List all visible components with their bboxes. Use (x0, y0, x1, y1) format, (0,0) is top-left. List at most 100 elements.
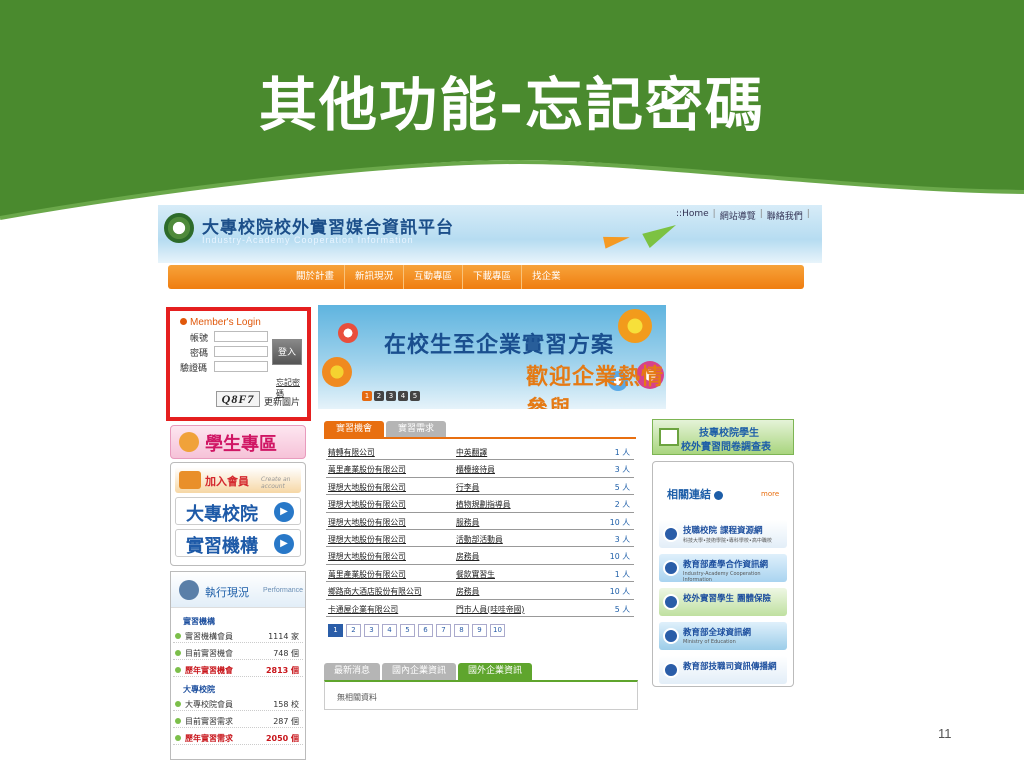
home-link[interactable]: ::Home (676, 209, 709, 222)
link-card[interactable]: 技職校院 課程資源網 科技大學•技術學院•專科學校•高中職校 (659, 520, 787, 548)
company-link[interactable]: 萬里產業股份有限公司 (328, 464, 406, 475)
stat-label: 歷年實習需求 (185, 734, 233, 743)
login-button[interactable]: 登入 (272, 339, 302, 365)
tab-demands[interactable]: 實習需求 (386, 421, 447, 437)
link-card-sub: 科技大學•技術學院•專科學校•高中職校 (683, 538, 772, 544)
stat-value: 158 校 (273, 700, 299, 709)
globe-icon (663, 662, 679, 678)
stat-label: 目前實習機會 (185, 649, 233, 658)
related-links-box: 相關連結 more 技職校院 課程資源網 科技大學•技術學院•專科學校•高中職校教… (652, 461, 794, 687)
link-card[interactable]: 教育部全球資訊網 Ministry of Education (659, 622, 787, 650)
arrow-right-icon: ▶ (274, 534, 294, 554)
section-organizations: 實習機構 (183, 617, 215, 626)
headcount: 10 人 (609, 517, 630, 527)
college-label: 大專校院 (186, 504, 258, 525)
id-card-icon (179, 471, 201, 489)
page-button-7[interactable]: 7 (436, 624, 451, 637)
company-link[interactable]: 精轉有限公司 (328, 447, 375, 458)
position-link[interactable]: 服務員 (456, 517, 479, 528)
page-button-9[interactable]: 9 (472, 624, 487, 637)
survey-line2: 校外實習問卷調查表 (681, 442, 771, 453)
headcount: 3 人 (614, 465, 630, 475)
table-row: 理想大地股份有限公司 活動部活動員 3 人 (326, 530, 634, 548)
stat-row: 大專校院會員 158 校 (173, 698, 303, 711)
globe-icon (663, 526, 679, 542)
position-link[interactable]: 櫃檯接待員 (456, 464, 495, 475)
company-link[interactable]: 鄉路商大酒店股份有限公司 (328, 586, 422, 597)
emblem-icon (164, 213, 194, 243)
news-tabs: 最新消息 國內企業資訊 國外企業資訊 (324, 663, 534, 680)
link-card[interactable]: 教育部技職司資訊傳播網 (659, 656, 787, 684)
banner-page-2[interactable]: 2 (374, 391, 384, 401)
link-card[interactable]: 教育部產學合作資訊網 Industry-Academy Cooperation I… (659, 554, 787, 583)
organization-button[interactable]: 實習機構 ▶ (175, 529, 301, 557)
page-button-1[interactable]: 1 (328, 624, 343, 637)
promo-banner[interactable]: 在校生至企業實習方案 歡迎企業熱情參與 12345 (318, 305, 666, 409)
page-button-2[interactable]: 2 (346, 624, 361, 637)
page-button-8[interactable]: 8 (454, 624, 469, 637)
table-row: 理想大地股份有限公司 服務員 10 人 (326, 513, 634, 530)
bullet-icon (175, 650, 181, 656)
nav-item-news[interactable]: 新訊現況 (345, 265, 405, 289)
account-label: 帳號 (190, 334, 209, 344)
nav-item-download[interactable]: 下載專區 (463, 265, 523, 289)
headcount: 5 人 (614, 482, 630, 492)
page-button-3[interactable]: 3 (364, 624, 379, 637)
page-button-4[interactable]: 4 (382, 624, 397, 637)
survey-button[interactable]: 技專校院學生 校外實習問卷調查表 (652, 419, 794, 455)
sitemap-link[interactable]: 網站導覽 (720, 209, 756, 222)
position-link[interactable]: 房務員 (456, 586, 479, 597)
position-link[interactable]: 中英翻譯 (456, 447, 487, 458)
college-button[interactable]: 大專校院 ▶ (175, 497, 301, 525)
globe-icon (663, 594, 679, 610)
position-link[interactable]: 行李員 (456, 482, 479, 493)
link-card-title: 教育部技職司資訊傳播網 (683, 662, 777, 672)
banner-page-5[interactable]: 5 (410, 391, 420, 401)
position-link[interactable]: 房務員 (456, 551, 479, 562)
stat-label: 歷年實習機會 (185, 666, 233, 675)
company-link[interactable]: 理想大地股份有限公司 (328, 482, 406, 493)
nav-item-find-company[interactable]: 找企業 (522, 265, 571, 289)
position-link[interactable]: 餐飲實習生 (456, 569, 495, 580)
banner-page-3[interactable]: 3 (386, 391, 396, 401)
tab-opportunities[interactable]: 實習機會 (324, 421, 385, 437)
company-link[interactable]: 理想大地股份有限公司 (328, 517, 406, 528)
company-link[interactable]: 卡通屋企業有限公司 (328, 604, 398, 615)
position-link[interactable]: 門市人員(哇哇帝國) (456, 604, 524, 615)
tab-overseas-company[interactable]: 國外企業資訊 (458, 663, 533, 680)
page-button-10[interactable]: 10 (490, 624, 505, 637)
tab-latest-news[interactable]: 最新消息 (324, 663, 381, 680)
company-link[interactable]: 理想大地股份有限公司 (328, 499, 406, 510)
company-link[interactable]: 萬里產業股份有限公司 (328, 569, 406, 580)
student-zone-label: 學生專區 (205, 434, 277, 455)
company-link[interactable]: 理想大地股份有限公司 (328, 534, 406, 545)
refresh-captcha-link[interactable]: 更新圖片 (264, 395, 300, 408)
member-group: 加入會員 Create an account 大專校院 ▶ 實習機構 ▶ (170, 462, 306, 566)
company-link[interactable]: 理想大地股份有限公司 (328, 551, 406, 562)
student-zone-button[interactable]: 學生專區 (170, 425, 306, 459)
nav-item-about[interactable]: 關於計畫 (286, 265, 346, 289)
bullet-icon (175, 667, 181, 673)
page-button-6[interactable]: 6 (418, 624, 433, 637)
account-input[interactable] (214, 331, 268, 342)
nav-item-interactive[interactable]: 互動專區 (404, 265, 464, 289)
person-icon (179, 580, 199, 600)
organization-label: 實習機構 (186, 536, 258, 557)
link-card[interactable]: 校外實習學生 團體保險 (659, 588, 787, 616)
banner-page-1[interactable]: 1 (362, 391, 372, 401)
captcha-input[interactable] (214, 361, 268, 372)
tab-domestic-company[interactable]: 國內企業資訊 (382, 663, 457, 680)
position-link[interactable]: 植物規劃指導員 (456, 499, 511, 510)
stat-row: 目前實習機會 748 個 (173, 647, 303, 660)
banner-title: 在校生至企業實習方案 (384, 333, 615, 358)
position-link[interactable]: 活動部活動員 (456, 534, 503, 545)
page-button-5[interactable]: 5 (400, 624, 415, 637)
more-link[interactable]: more (761, 490, 779, 498)
join-member-button[interactable]: 加入會員 Create an account (175, 467, 301, 493)
site-name-en: Industry-Academy Cooperation Information (202, 235, 414, 245)
password-input[interactable] (214, 346, 268, 357)
link-card-sub: Ministry of Education (683, 639, 736, 645)
paper-plane-icon (642, 217, 680, 249)
banner-page-4[interactable]: 4 (398, 391, 408, 401)
contact-link[interactable]: 聯絡我們 (767, 209, 803, 222)
